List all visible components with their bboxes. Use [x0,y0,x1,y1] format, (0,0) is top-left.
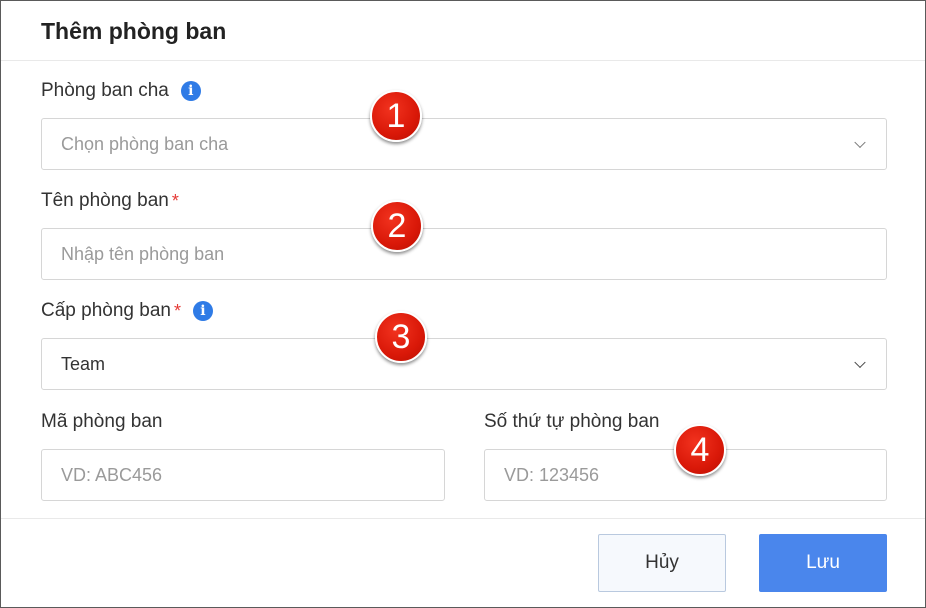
cancel-button[interactable]: Hủy [598,534,726,592]
department-level-label: Cấp phòng ban * i [41,300,213,322]
required-mark: * [173,300,181,321]
annotation-marker-2: 2 [371,200,423,252]
department-name-label-text: Tên phòng ban [41,190,169,211]
dialog-title: Thêm phòng ban [41,18,227,44]
required-mark: * [171,190,179,211]
parent-department-placeholder: Chọn phòng ban cha [61,133,229,154]
department-level-value: Team [61,353,106,374]
chevron-down-icon [854,136,866,149]
info-icon[interactable]: i [192,301,213,321]
department-code-placeholder: VD: ABC456 [61,464,163,485]
dialog-header: Thêm phòng ban [1,1,925,61]
annotation-marker-1: 1 [370,90,422,142]
parent-department-select[interactable]: Chọn phòng ban cha [41,118,887,170]
department-name-label: Tên phòng ban * [41,190,179,212]
save-button[interactable]: Lưu [759,534,887,592]
department-order-label-text: Số thứ tự phòng ban [484,411,660,432]
department-code-label: Mã phòng ban [41,411,163,433]
department-name-input[interactable]: Nhập tên phòng ban [41,228,887,280]
department-name-placeholder: Nhập tên phòng ban [61,243,225,264]
chevron-down-icon [854,356,866,369]
parent-department-label: Phòng ban cha i [41,80,201,102]
annotation-marker-3: 3 [375,311,427,363]
department-level-label-text: Cấp phòng ban [41,300,171,321]
department-order-placeholder: VD: 123456 [504,464,600,485]
info-icon[interactable]: i [180,81,201,101]
annotation-marker-4: 4 [674,424,726,476]
department-code-label-text: Mã phòng ban [41,411,163,432]
add-department-dialog: Thêm phòng ban Phòng ban cha i Chọn phòn… [0,0,926,608]
footer-divider [1,518,925,519]
parent-department-label-text: Phòng ban cha [41,80,169,101]
department-order-label: Số thứ tự phòng ban [484,411,659,433]
department-level-select[interactable]: Team [41,338,887,390]
department-code-input[interactable]: VD: ABC456 [41,449,445,501]
